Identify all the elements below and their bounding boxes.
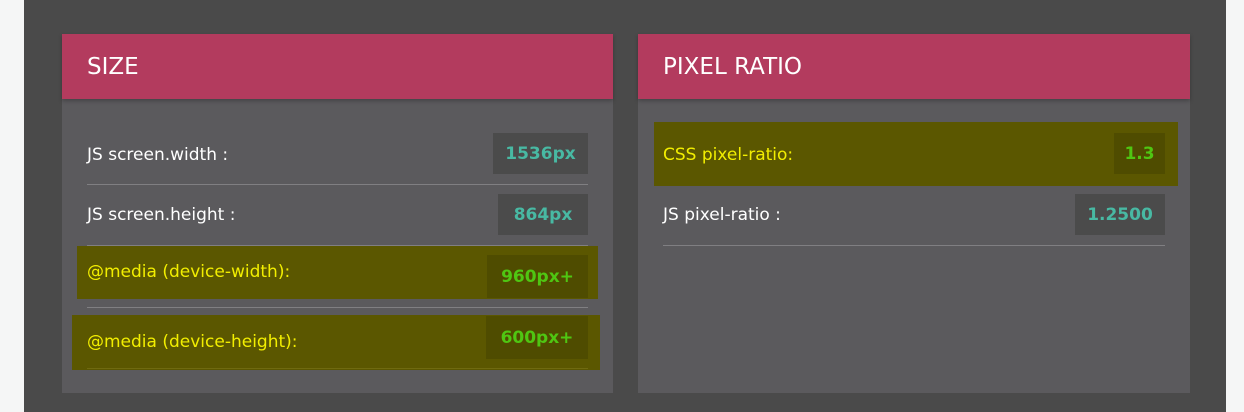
size-card-title: SIZE	[62, 34, 613, 99]
screen-width-value: 1536px	[493, 133, 588, 174]
pixel-ratio-card: PIXEL RATIO CSS pixel-ratio: 1.3 JS pixe…	[638, 34, 1190, 393]
screen-width-label: JS screen.width :	[87, 145, 229, 165]
device-height-value: 600px+	[486, 316, 588, 359]
divider	[87, 368, 588, 369]
device-width-value: 960px+	[487, 255, 588, 298]
size-card: SIZE JS screen.width : 1536px JS screen.…	[62, 34, 613, 393]
screen-height-label: JS screen.height :	[87, 205, 236, 225]
device-height-row: @media (device-height): 600px+	[72, 315, 600, 370]
device-width-row: @media (device-width): 960px+	[77, 246, 598, 299]
pixel-ratio-card-title: PIXEL RATIO	[638, 34, 1190, 99]
device-width-label: @media (device-width):	[87, 262, 291, 282]
css-pixel-ratio-value: 1.3	[1114, 133, 1165, 174]
css-pixel-ratio-label: CSS pixel-ratio:	[663, 145, 794, 165]
divider	[87, 184, 588, 185]
divider	[663, 245, 1165, 246]
divider	[87, 307, 588, 308]
screen-height-value: 864px	[498, 194, 588, 235]
js-pixel-ratio-label: JS pixel-ratio :	[663, 205, 781, 225]
js-pixel-ratio-value: 1.2500	[1075, 194, 1165, 235]
device-height-label: @media (device-height):	[87, 332, 298, 352]
css-pixel-ratio-row: CSS pixel-ratio: 1.3	[654, 122, 1178, 186]
